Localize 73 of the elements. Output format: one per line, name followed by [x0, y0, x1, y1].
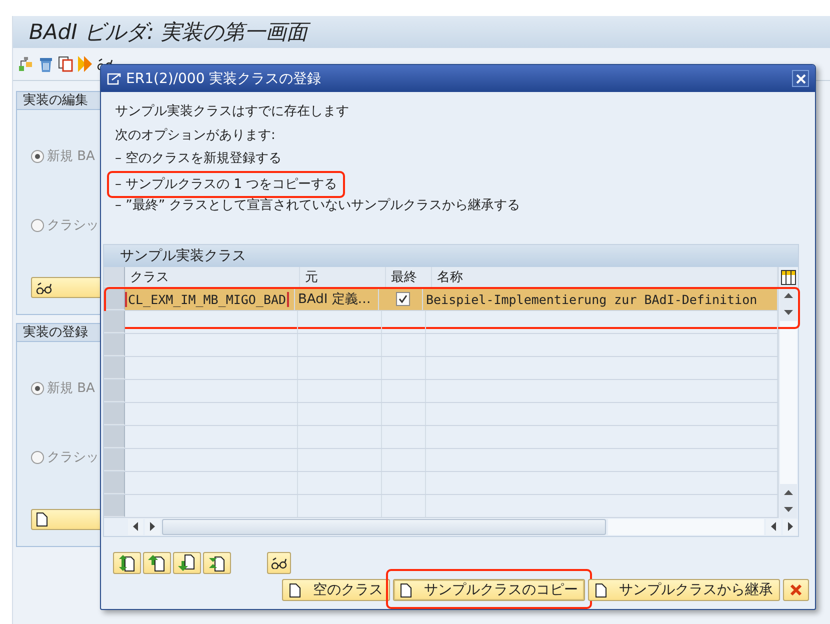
toolbar-button[interactable]	[143, 552, 171, 574]
document-icon	[595, 582, 607, 598]
cancel-icon	[790, 584, 802, 596]
radio-label: 新規 BA	[47, 380, 95, 397]
left-arrow-icon	[771, 522, 776, 530]
radio-button[interactable]	[31, 382, 44, 394]
table-cell: BAdI 定義…	[295, 288, 379, 310]
toolbar-button[interactable]	[267, 552, 291, 574]
right-arrow-icon	[150, 522, 155, 530]
table-title: サンプル実装クラス	[120, 248, 246, 264]
radio-button[interactable]	[31, 450, 44, 464]
radio-label: 新規 BA	[47, 148, 95, 165]
copy-icon	[58, 56, 73, 72]
toolbar-button[interactable]	[203, 552, 231, 574]
trash-icon	[38, 56, 54, 72]
page-arrows-icon	[208, 554, 226, 572]
arrows-icon	[77, 55, 93, 73]
table-row[interactable]: CL_EXM_IM_MB_MIGO_BAD BAdI 定義… Beispiel-Implementierung zur BAdI-Definition	[104, 288, 778, 311]
message-text: – サンプルクラスの 1 つをコピーする	[107, 170, 346, 198]
toolbar-button[interactable]	[17, 56, 35, 72]
document-icon	[36, 512, 48, 527]
cell-text: CL_EXM_IM_MB_MIGO_BAD	[125, 292, 290, 306]
table-cell: Beispiel-Implementierung zur BAdI-Definition	[423, 288, 778, 310]
message-text: – 空のクラスを新規登録する	[114, 150, 283, 168]
down-arrow-icon	[784, 310, 793, 314]
down-arrow-icon	[784, 506, 793, 512]
scroll-right-button[interactable]	[145, 519, 160, 535]
screen-title: BAdI ビルダ: 実装の第一画面	[29, 18, 308, 46]
message-text: 次のオプションがあります:	[114, 126, 276, 144]
page-arrows-icon	[118, 554, 136, 572]
radio-label: クラシッ	[47, 217, 99, 234]
up-arrow-icon	[784, 490, 793, 494]
message-text: – ”最終” クラスとして宣言されていないサンプルクラスから継承する	[114, 197, 522, 215]
radio-label: クラシッ	[47, 449, 99, 466]
panel-title: 実装の登録	[23, 325, 88, 340]
document-icon	[400, 582, 412, 598]
glasses-icon	[36, 282, 52, 294]
dialog-button[interactable]: 空のクラス	[282, 579, 390, 601]
checkbox[interactable]	[396, 292, 410, 306]
page-down-icon	[178, 554, 196, 572]
scroll-left-button[interactable]	[128, 519, 143, 535]
dialog-title: ER1(2)/000 実装クラスの登録	[126, 70, 322, 88]
scroll-down-button[interactable]	[780, 501, 797, 518]
close-button[interactable]	[792, 70, 809, 87]
toolbar-button[interactable]	[113, 552, 141, 574]
column-header[interactable]: 元	[300, 267, 386, 287]
glasses-icon	[271, 557, 287, 569]
panel-title: 実装の編集	[23, 93, 88, 108]
column-layout-icon	[781, 270, 796, 285]
radio-button[interactable]	[31, 150, 44, 162]
document-icon	[289, 582, 301, 598]
scroll-up-button[interactable]	[780, 484, 797, 501]
toolbar-button[interactable]	[57, 56, 74, 72]
scroll-right-button[interactable]	[783, 519, 798, 535]
left-arrow-icon	[133, 522, 138, 530]
horizontal-scrollbar[interactable]	[162, 519, 606, 535]
dialog-button[interactable]: サンプルクラスから継承	[588, 579, 780, 601]
scroll-left-button[interactable]	[766, 519, 781, 535]
dialog-button[interactable]: サンプルクラスのコピー	[393, 579, 585, 601]
page-up-icon	[148, 554, 166, 572]
column-header[interactable]: クラス	[125, 267, 300, 287]
up-arrow-icon	[784, 292, 793, 298]
right-arrow-icon	[788, 522, 793, 530]
close-icon	[796, 74, 806, 84]
hierarchy-icon	[18, 56, 34, 72]
vertical-scrollbar[interactable]	[780, 321, 797, 484]
dialog-icon	[107, 72, 121, 85]
message-text: サンプル実装クラスはすでに存在します	[114, 103, 350, 121]
cancel-button[interactable]	[783, 579, 809, 601]
column-header[interactable]: 最終	[386, 267, 432, 287]
toolbar-button[interactable]	[173, 552, 201, 574]
scroll-down-button[interactable]	[780, 304, 797, 321]
radio-button[interactable]	[31, 218, 44, 232]
